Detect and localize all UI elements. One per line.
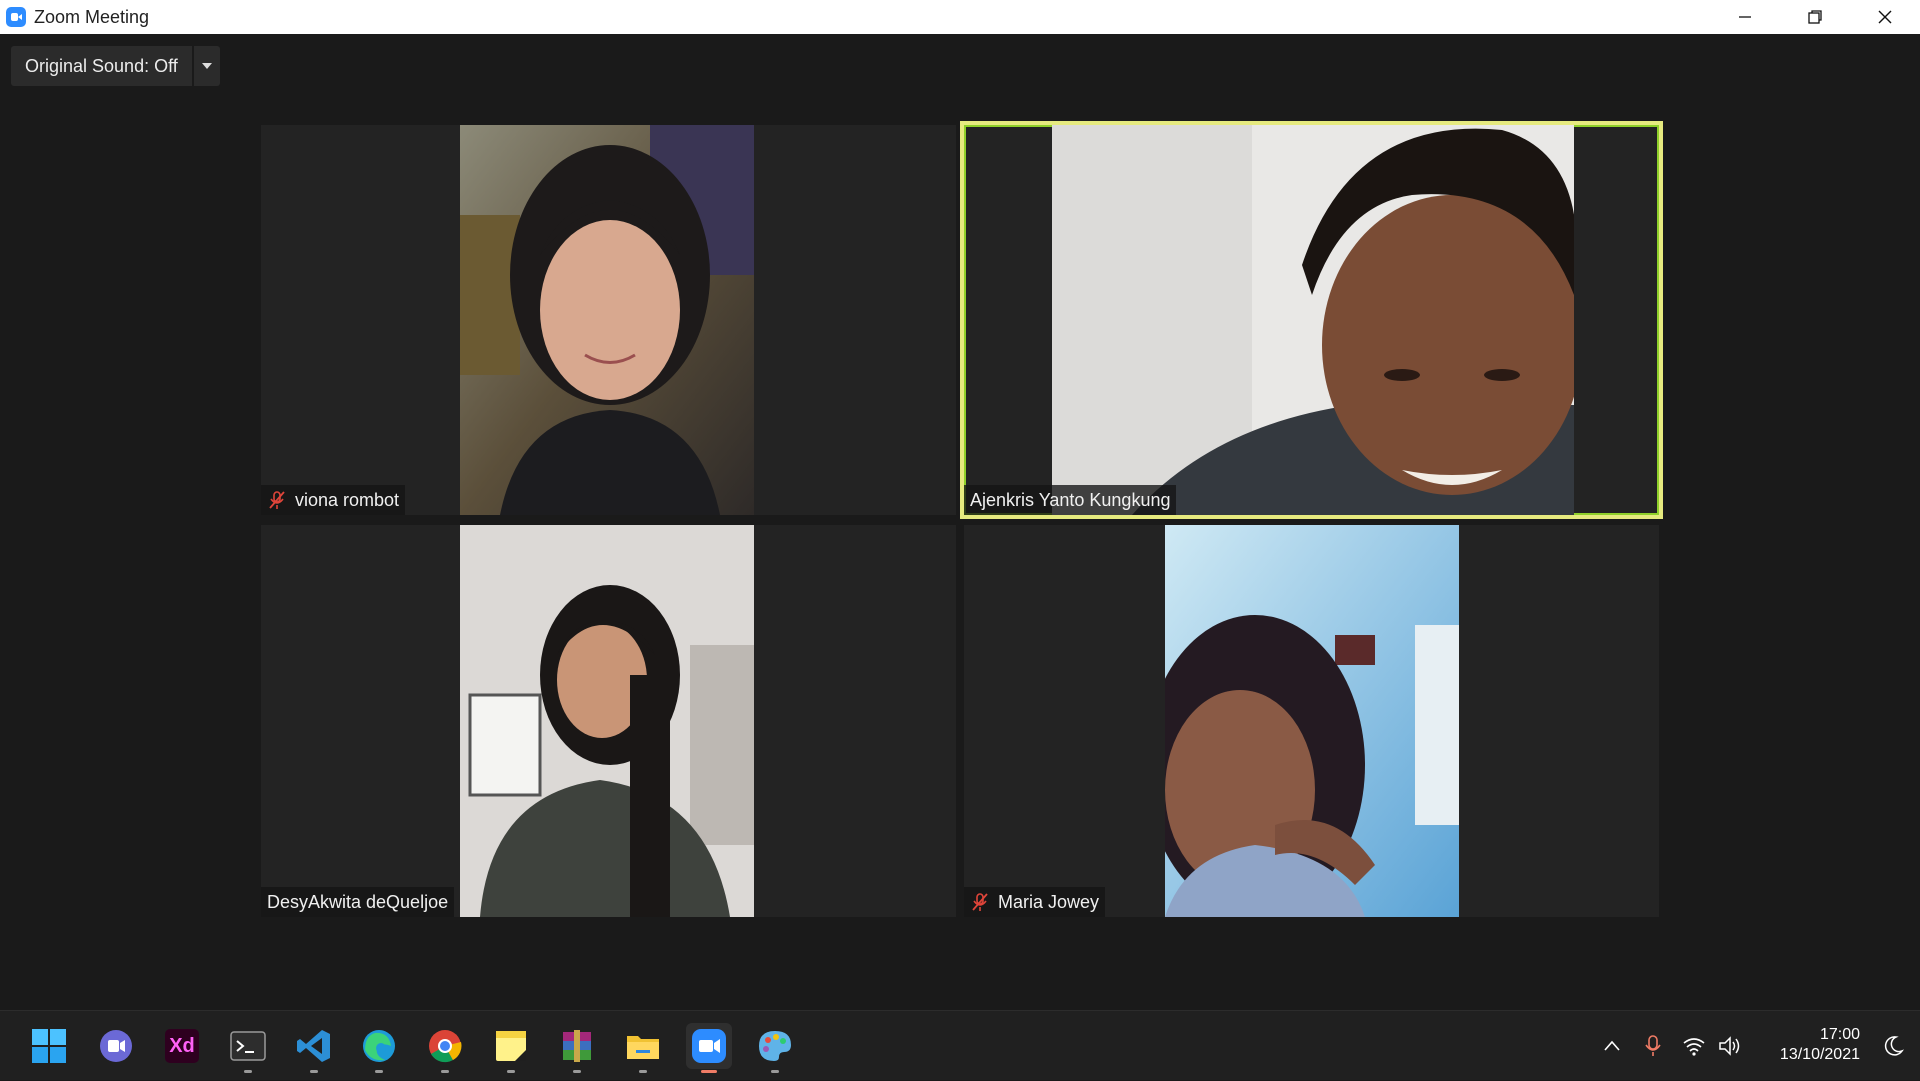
participant-name: Maria Jowey <box>998 892 1099 913</box>
minimize-icon <box>1737 9 1753 25</box>
zoom-app-icon <box>6 7 26 27</box>
adobe-xd-icon: Xd <box>165 1029 199 1063</box>
restore-icon <box>1807 9 1823 25</box>
adobe-xd-label: Xd <box>169 1035 195 1058</box>
paint-icon <box>757 1028 793 1064</box>
taskbar-terminal[interactable] <box>225 1023 271 1069</box>
taskbar-adobe-xd[interactable]: Xd <box>159 1023 205 1069</box>
close-button[interactable] <box>1850 0 1920 34</box>
running-indicator <box>441 1070 449 1073</box>
running-indicator <box>771 1070 779 1073</box>
running-indicator <box>375 1070 383 1073</box>
muted-mic-icon <box>267 490 287 510</box>
edge-icon <box>361 1028 397 1064</box>
start-button[interactable] <box>26 1023 72 1069</box>
show-hidden-icons-button[interactable] <box>1594 1036 1630 1056</box>
windows-taskbar: Xd <box>0 1010 1920 1080</box>
participant-name-tag: viona rombot <box>261 485 405 515</box>
clock-date: 13/10/2021 <box>1780 1045 1860 1065</box>
restore-button[interactable] <box>1780 0 1850 34</box>
file-explorer-icon <box>625 1028 661 1064</box>
running-indicator <box>310 1070 318 1073</box>
chevron-up-icon <box>1602 1036 1622 1056</box>
system-tray <box>1594 1011 1748 1081</box>
participant-name-tag: Ajenkris Yanto Kungkung <box>964 485 1176 515</box>
running-indicator <box>701 1070 717 1073</box>
running-indicator <box>639 1070 647 1073</box>
video-tile-4[interactable]: Maria Jowey <box>964 525 1659 917</box>
participant-video-3 <box>460 525 754 917</box>
original-sound-control: Original Sound: Off <box>11 46 220 86</box>
running-indicator <box>507 1070 515 1073</box>
microphone-in-use-button[interactable] <box>1630 1034 1676 1058</box>
taskbar-zoom[interactable] <box>686 1023 732 1069</box>
teams-chat-icon <box>98 1028 134 1064</box>
chrome-icon <box>427 1028 463 1064</box>
video-tile-2-active-speaker[interactable]: Ajenkris Yanto Kungkung <box>964 125 1659 515</box>
microphone-icon <box>1643 1034 1663 1058</box>
taskbar-winrar[interactable] <box>554 1023 600 1069</box>
focus-assist-button[interactable] <box>1882 1035 1904 1062</box>
video-tile-3[interactable]: DesyAkwita deQueljoe <box>261 525 956 917</box>
participant-name-tag: DesyAkwita deQueljoe <box>261 887 454 917</box>
terminal-icon <box>230 1028 266 1064</box>
muted-mic-icon <box>970 892 990 912</box>
wifi-icon <box>1682 1036 1706 1056</box>
minimize-button[interactable] <box>1710 0 1780 34</box>
taskbar-teams-chat[interactable] <box>93 1023 139 1069</box>
participant-video-2 <box>1052 125 1574 515</box>
video-tile-1[interactable]: viona rombot <box>261 125 956 515</box>
moon-icon <box>1882 1035 1904 1057</box>
participant-name: DesyAkwita deQueljoe <box>267 892 448 913</box>
participant-name-tag: Maria Jowey <box>964 887 1105 917</box>
network-button[interactable] <box>1676 1036 1712 1056</box>
original-sound-button[interactable]: Original Sound: Off <box>11 46 192 86</box>
participant-name: viona rombot <box>295 490 399 511</box>
winrar-icon <box>559 1028 595 1064</box>
window-title: Zoom Meeting <box>34 7 149 28</box>
windows-start-icon <box>31 1028 67 1064</box>
zoom-icon <box>691 1028 727 1064</box>
original-sound-dropdown[interactable] <box>194 46 220 86</box>
clock-time: 17:00 <box>1780 1025 1860 1045</box>
chevron-down-icon <box>202 63 212 69</box>
volume-button[interactable] <box>1712 1036 1748 1056</box>
taskbar-chrome[interactable] <box>422 1023 468 1069</box>
participant-video-4 <box>1165 525 1459 917</box>
participant-name: Ajenkris Yanto Kungkung <box>970 490 1170 511</box>
taskbar-paint[interactable] <box>752 1023 798 1069</box>
taskbar-sticky-notes[interactable] <box>488 1023 534 1069</box>
taskbar-edge[interactable] <box>356 1023 402 1069</box>
taskbar-clock[interactable]: 17:00 13/10/2021 <box>1780 1025 1860 1065</box>
participant-video-1 <box>460 125 754 515</box>
title-bar: Zoom Meeting <box>0 0 1920 34</box>
window-controls <box>1710 0 1920 34</box>
running-indicator <box>573 1070 581 1073</box>
speaker-volume-icon <box>1718 1036 1742 1056</box>
running-indicator <box>244 1070 252 1073</box>
taskbar-file-explorer[interactable] <box>620 1023 666 1069</box>
close-icon <box>1877 9 1893 25</box>
sticky-notes-icon <box>493 1028 529 1064</box>
vscode-icon <box>296 1028 332 1064</box>
taskbar-vscode[interactable] <box>291 1023 337 1069</box>
